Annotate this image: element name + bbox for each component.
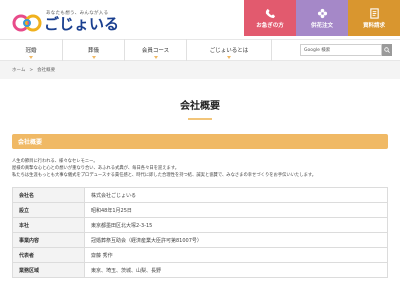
logo-name: ごじょいる	[44, 15, 120, 33]
table-row: 設立 昭和48年1月25日	[12, 202, 388, 218]
table-row-value: 東京都墨田区北大塚2-3-15	[84, 217, 388, 233]
table-row: 業務区域 東京、埼玉、茨城、山梨、長野	[12, 262, 388, 278]
title-underline	[188, 118, 212, 120]
breadcrumb-home-link[interactable]: ホーム	[12, 67, 25, 73]
request-documents-label: 資料請求	[362, 22, 385, 29]
section-heading-label: 会社概要	[18, 139, 43, 146]
chevron-down-icon	[91, 56, 96, 59]
global-nav: 冠婚 葬儀 会員コース ごじょいるとは Google 検索	[0, 39, 400, 61]
intro-line: 人生の節目に行われる、様々なセレモニー。	[12, 159, 98, 164]
site-logo[interactable]: あなたも想う、みんなが入る ごじょいる	[12, 6, 119, 32]
table-row-value: 齋藤 秀作	[84, 247, 388, 263]
table-row-label: 業務区域	[12, 262, 85, 278]
nav-item-wedding[interactable]: 冠婚	[0, 39, 62, 61]
table-row-label: 事業内容	[12, 232, 85, 248]
table-row-label: 会社名	[12, 187, 85, 203]
table-row-value: 冠婚葬祭互助会（経済産業大臣許可第81007号）	[84, 232, 388, 248]
urgent-contact-label: お急ぎの方	[256, 22, 284, 29]
intro-text: 人生の節目に行われる、様々なセレモニー。 屋様の真摯な心と心との想いが重なり合い…	[12, 158, 388, 179]
company-info-table: 会社名 株式会社ごじょいる 設立 昭和48年1月25日 本社 東京都墨田区北大塚…	[12, 187, 388, 278]
nav-item-label: 冠婚	[25, 48, 37, 54]
nav-item-label: 会員コース	[141, 48, 170, 54]
nav-item-label: 葬儀	[87, 48, 99, 54]
chevron-down-icon	[227, 56, 231, 59]
page-title: 会社概要	[180, 101, 220, 112]
request-documents-button[interactable]: 資料請求	[348, 0, 400, 36]
logo-mark-icon	[12, 14, 42, 32]
breadcrumb-current: 会社概要	[37, 68, 56, 73]
nav-item-label: ごじょいるとは	[209, 48, 249, 54]
table-row: 会社名 株式会社ごじょいる	[12, 187, 388, 203]
chevron-down-icon	[153, 56, 158, 59]
section-heading: 会社概要	[12, 134, 388, 149]
site-search: Google 検索	[300, 44, 392, 56]
phone-icon	[265, 8, 275, 18]
flower-order-label: 供花注文	[310, 22, 333, 29]
search-icon	[384, 47, 390, 53]
nav-item-funeral[interactable]: 葬儀	[62, 39, 124, 61]
top-action-buttons: お急ぎの方 供花注文 資料請求	[244, 0, 400, 36]
table-row-value: 東京、埼玉、茨城、山梨、長野	[84, 262, 388, 278]
flower-icon	[317, 8, 327, 18]
nav-item-membership[interactable]: 会員コース	[124, 39, 186, 61]
table-row: 代表者 齋藤 秀作	[12, 247, 388, 263]
intro-line: 私たちは生涯もっとも大事な儀式をプロデュースする責任感と、時代に即した合理性を持…	[12, 173, 317, 178]
nav-item-about[interactable]: ごじょいるとは	[186, 39, 272, 61]
urgent-contact-button[interactable]: お急ぎの方	[244, 0, 296, 36]
document-icon	[369, 7, 379, 19]
search-button[interactable]	[382, 44, 392, 56]
breadcrumb-separator: >	[29, 67, 34, 73]
table-row: 本社 東京都墨田区北大塚2-3-15	[12, 217, 388, 233]
search-input[interactable]: Google 検索	[300, 44, 382, 56]
table-row-value: 株式会社ごじょいる	[84, 187, 388, 203]
intro-line: 屋様の真摯な心と心との想いが重なり合い、あふれる式典が、毎日各々日を迎えます。	[12, 166, 180, 171]
chevron-down-icon	[29, 56, 33, 59]
table-row-value: 昭和48年1月25日	[84, 202, 388, 218]
table-row: 事業内容 冠婚葬祭互助会（経済産業大臣許可第81007号）	[12, 232, 388, 248]
table-row-label: 設立	[12, 202, 85, 218]
table-row-label: 本社	[12, 217, 85, 233]
site-header: あなたも想う、みんなが入る ごじょいる お急ぎの方 供花注文 資料請求	[0, 0, 400, 36]
flower-order-button[interactable]: 供花注文	[296, 0, 348, 36]
table-row-label: 代表者	[12, 247, 85, 263]
breadcrumb: ホーム > 会社概要	[0, 61, 400, 79]
